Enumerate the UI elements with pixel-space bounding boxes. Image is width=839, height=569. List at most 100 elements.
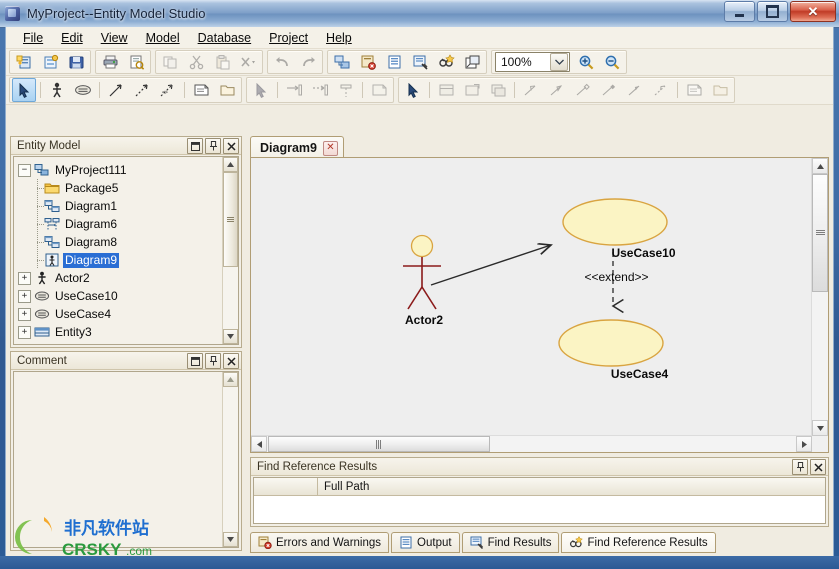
package-icon[interactable] xyxy=(215,78,239,102)
close-panel-button[interactable] xyxy=(223,353,239,369)
paste-icon[interactable] xyxy=(210,51,234,73)
comment-text-area[interactable] xyxy=(14,372,222,547)
scroll-up-arrow[interactable] xyxy=(223,157,238,172)
menu-item-project[interactable]: Project xyxy=(260,29,317,47)
grid-column-full-path[interactable]: Full Path xyxy=(318,478,825,495)
window-position-button[interactable] xyxy=(187,138,203,154)
message-icon[interactable] xyxy=(282,78,306,102)
document-tab-diagram9[interactable]: Diagram9 ✕ xyxy=(250,136,344,159)
find-reference-icon[interactable] xyxy=(434,51,458,73)
scroll-down-arrow[interactable] xyxy=(223,329,238,344)
close-panel-button[interactable] xyxy=(223,138,239,154)
tree-expander[interactable]: + xyxy=(18,289,31,303)
tree-item-diagram8[interactable]: Diagram8 xyxy=(18,233,222,251)
auto-hide-pin-button[interactable] xyxy=(205,353,221,369)
dependency-icon[interactable] xyxy=(649,78,673,102)
note-icon[interactable] xyxy=(367,78,391,102)
comment-vertical-scrollbar[interactable] xyxy=(222,372,238,547)
tree-scroll-thumb[interactable] xyxy=(223,172,238,267)
bottom-tab-errors-and-warnings[interactable]: Errors and Warnings xyxy=(250,532,390,553)
generalization-icon[interactable] xyxy=(519,78,543,102)
lifeline-icon[interactable] xyxy=(334,78,358,102)
zoom-in-icon[interactable] xyxy=(574,51,598,73)
zoom-combobox[interactable]: 100% xyxy=(495,52,570,72)
realization-icon[interactable] xyxy=(545,78,569,102)
select-pointer-icon[interactable] xyxy=(249,78,273,102)
composite-icon[interactable] xyxy=(486,78,510,102)
interface-icon[interactable] xyxy=(460,78,484,102)
copy-icon[interactable] xyxy=(158,51,182,73)
menu-item-view[interactable]: View xyxy=(92,29,137,47)
tree-item-diagram1[interactable]: Diagram1 xyxy=(18,197,222,215)
note-icon[interactable] xyxy=(189,78,213,102)
menu-item-edit[interactable]: Edit xyxy=(52,29,92,47)
save-icon[interactable] xyxy=(64,51,88,73)
menu-item-file[interactable]: File xyxy=(14,29,52,47)
composition-icon[interactable] xyxy=(597,78,621,102)
tree-vertical-scrollbar[interactable] xyxy=(222,157,238,344)
close-button[interactable]: ✕ xyxy=(790,1,836,22)
scroll-left-arrow[interactable] xyxy=(251,436,267,452)
validate-icon[interactable] xyxy=(356,51,380,73)
return-message-icon[interactable] xyxy=(308,78,332,102)
window-position-button[interactable] xyxy=(187,353,203,369)
print-preview-icon[interactable] xyxy=(124,51,148,73)
export-icon[interactable] xyxy=(460,51,484,73)
cut-icon[interactable] xyxy=(184,51,208,73)
find-results-icon[interactable] xyxy=(408,51,432,73)
close-panel-button[interactable] xyxy=(810,459,826,475)
scroll-up-arrow[interactable] xyxy=(223,372,238,387)
scroll-up-arrow[interactable] xyxy=(812,158,828,174)
tree-item-entity3[interactable]: + Entity3 xyxy=(18,323,222,341)
report-icon[interactable] xyxy=(382,51,406,73)
package-icon[interactable] xyxy=(708,78,732,102)
bottom-tab-find-results[interactable]: Find Results xyxy=(461,532,560,553)
tree-expander[interactable]: + xyxy=(18,325,31,339)
menu-item-help[interactable]: Help xyxy=(317,29,361,47)
actor-icon[interactable] xyxy=(45,78,69,102)
menu-item-database[interactable]: Database xyxy=(189,29,261,47)
tree-item-package5[interactable]: Package5 xyxy=(18,179,222,197)
maximize-button[interactable] xyxy=(757,1,788,22)
find-reference-results-grid[interactable]: Full Path xyxy=(253,477,826,524)
tree-item-usecase4[interactable]: + UseCase4 xyxy=(18,305,222,323)
aggregation-icon[interactable] xyxy=(571,78,595,102)
tree-expander[interactable]: + xyxy=(18,307,31,321)
tree-expander[interactable]: + xyxy=(18,271,31,285)
tab-close-icon[interactable]: ✕ xyxy=(322,140,338,156)
bottom-tab-output[interactable]: Output xyxy=(391,532,460,553)
tree-item-myproject111[interactable]: − MyProject111 xyxy=(18,161,222,179)
undo-icon[interactable] xyxy=(270,51,294,73)
new-diagram-icon[interactable] xyxy=(38,51,62,73)
minimize-button[interactable] xyxy=(724,1,755,22)
tree-item-diagram9[interactable]: Diagram9 xyxy=(18,251,222,269)
select-pointer-icon[interactable] xyxy=(12,78,36,102)
canvas-vertical-scrollbar[interactable] xyxy=(811,158,828,436)
diagram-canvas[interactable]: Actor2 UseCase10 UseCase4 <<extend>> Act… xyxy=(251,158,812,436)
extend-icon[interactable]: <> xyxy=(156,78,180,102)
print-icon[interactable] xyxy=(98,51,122,73)
scroll-down-arrow[interactable] xyxy=(223,532,238,547)
generate-model-icon[interactable] xyxy=(330,51,354,73)
dependency-icon[interactable] xyxy=(130,78,154,102)
association-icon[interactable] xyxy=(104,78,128,102)
tree-expander[interactable]: − xyxy=(18,163,31,177)
chevron-down-icon[interactable] xyxy=(550,53,568,71)
tree-item-actor2[interactable]: + Actor2 xyxy=(18,269,222,287)
canvas-scroll-thumb-vertical[interactable] xyxy=(812,174,828,292)
tree-item-diagram6[interactable]: Diagram6 xyxy=(18,215,222,233)
grid-column-blank[interactable] xyxy=(254,478,318,495)
note-icon[interactable] xyxy=(682,78,706,102)
canvas-scroll-thumb-horizontal[interactable] xyxy=(268,436,490,452)
new-project-icon[interactable] xyxy=(12,51,36,73)
scroll-down-arrow[interactable] xyxy=(812,420,828,436)
bottom-tab-find-reference-results[interactable]: Find Reference Results xyxy=(561,532,716,553)
auto-hide-pin-button[interactable] xyxy=(205,138,221,154)
delete-icon[interactable] xyxy=(236,51,260,73)
usecase-icon[interactable] xyxy=(71,78,95,102)
menu-item-model[interactable]: Model xyxy=(137,29,189,47)
auto-hide-pin-button[interactable] xyxy=(792,459,808,475)
tree-item-usecase10[interactable]: + UseCase10 xyxy=(18,287,222,305)
canvas-horizontal-scrollbar[interactable] xyxy=(251,435,812,452)
redo-icon[interactable] xyxy=(296,51,320,73)
